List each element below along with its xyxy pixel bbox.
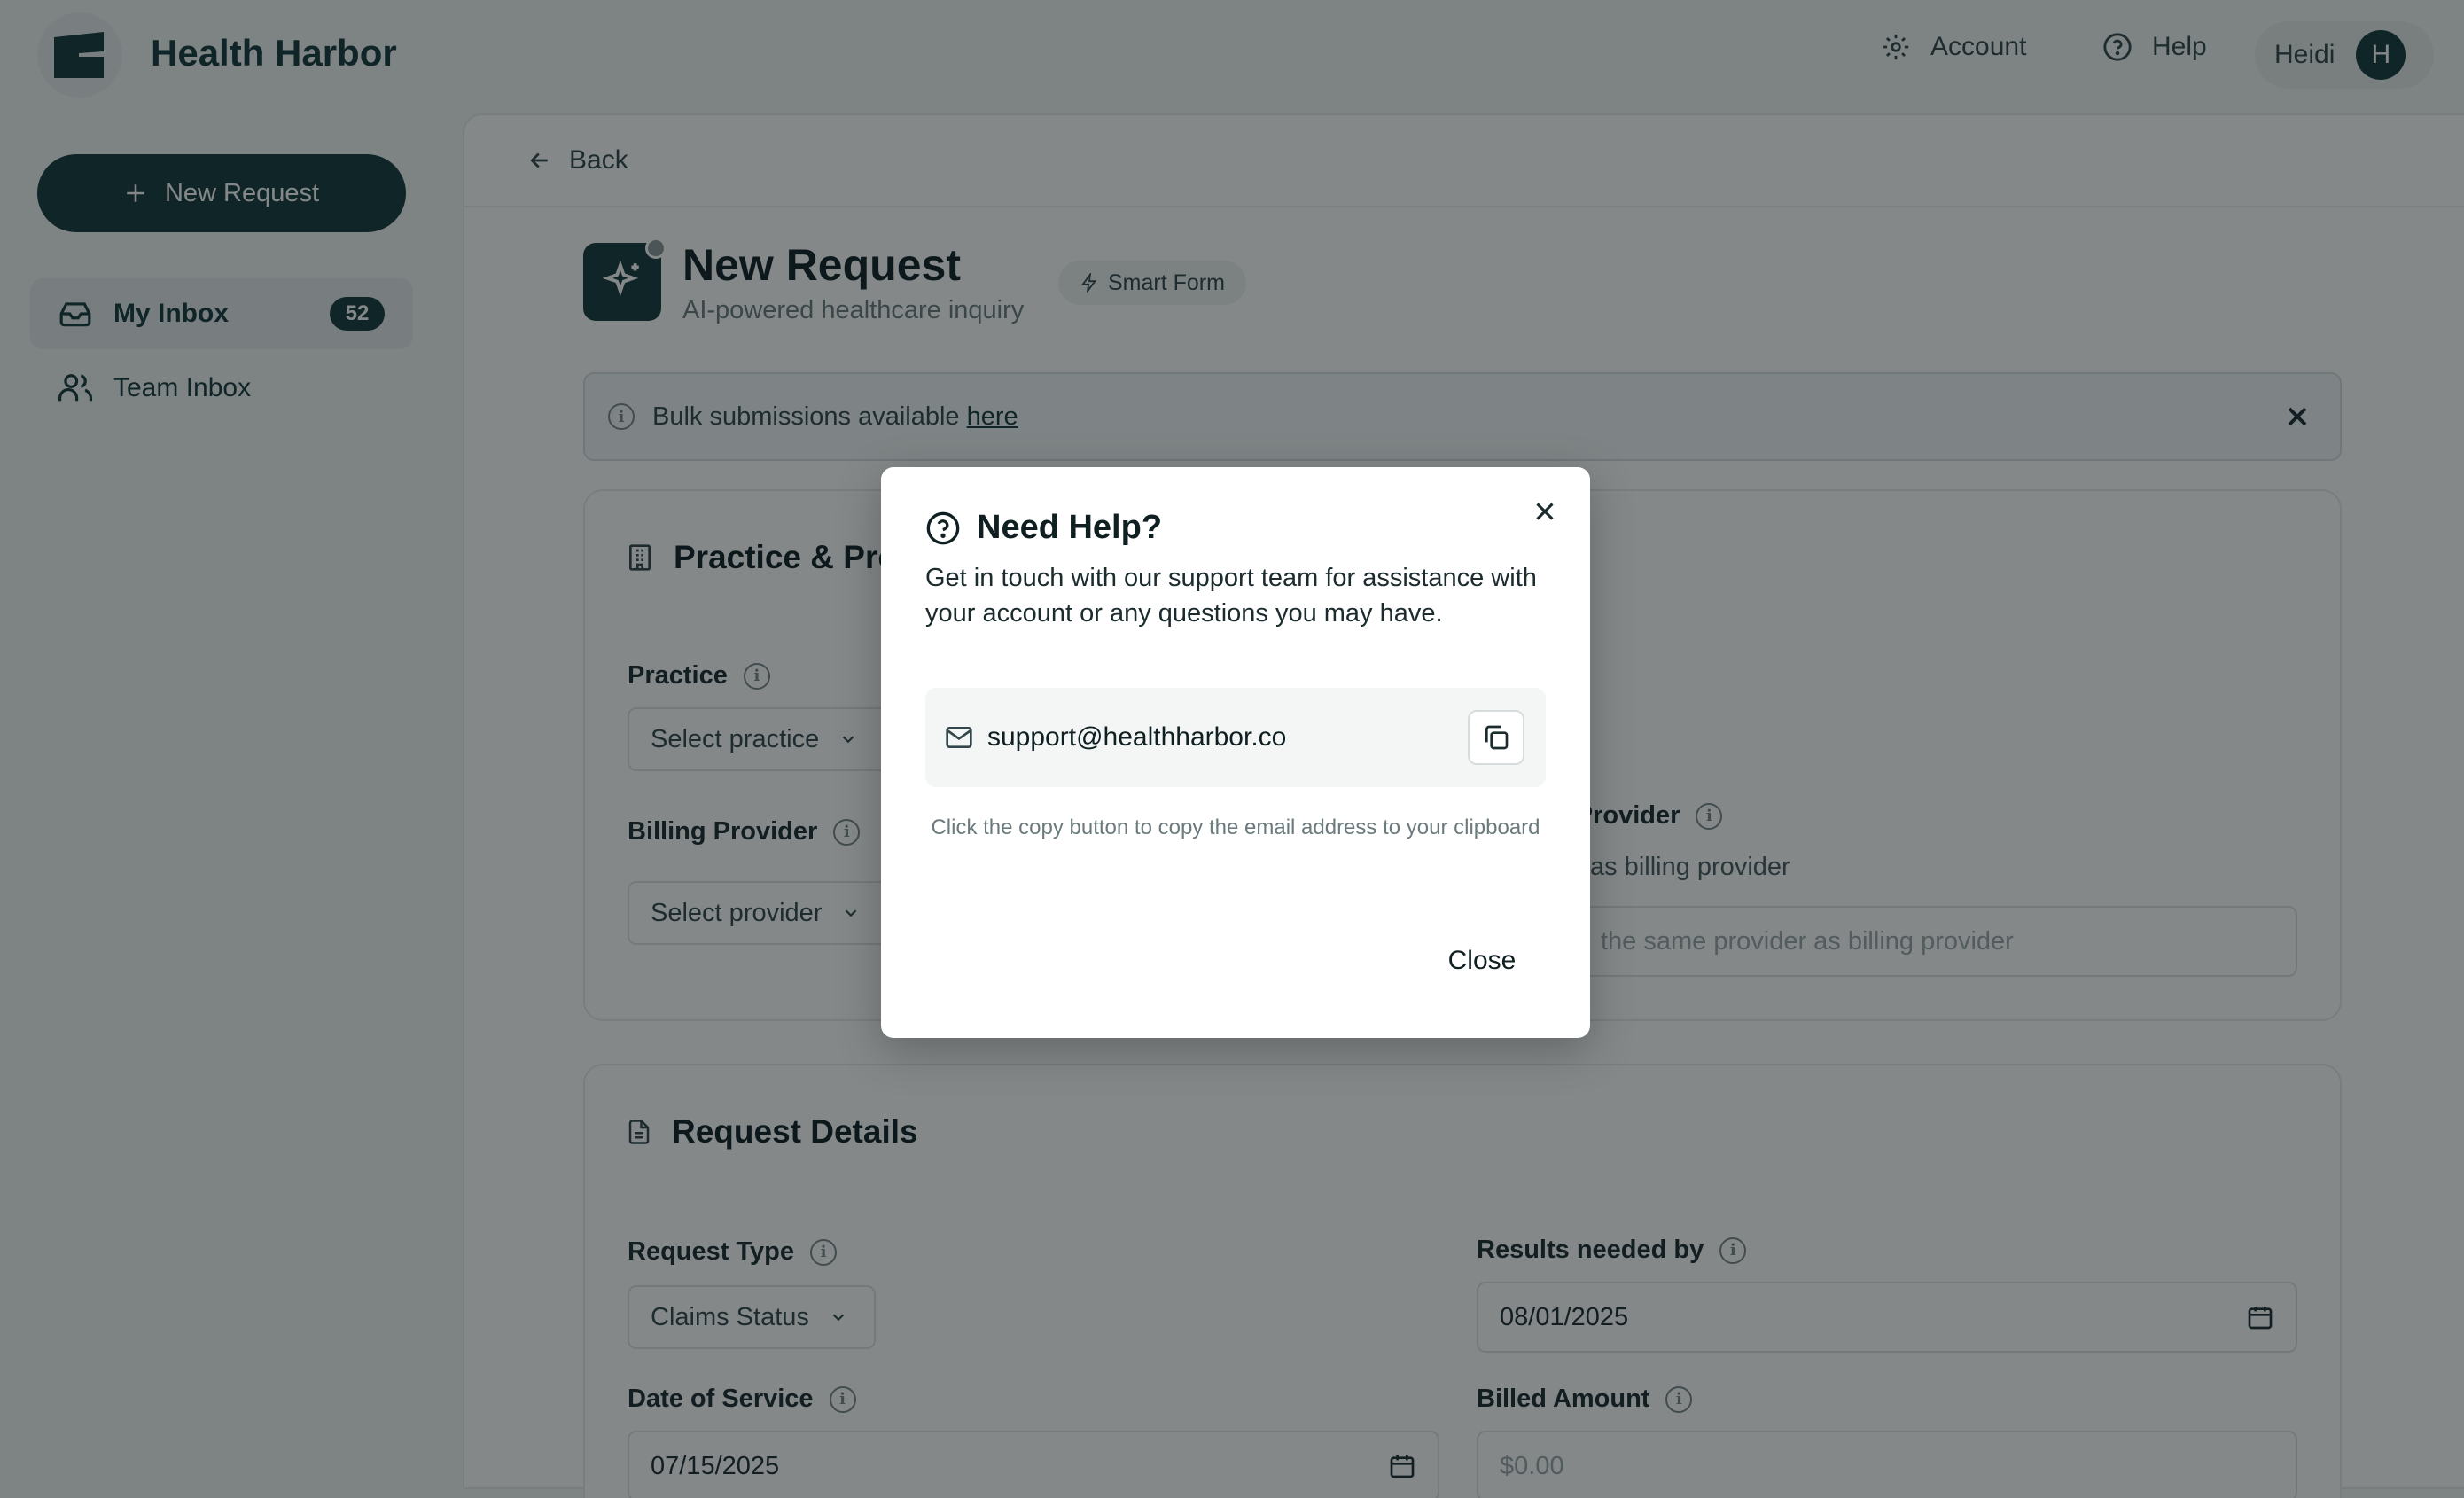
copy-hint: Click the copy button to copy the email … — [931, 815, 1540, 839]
help-circle-icon — [926, 511, 960, 544]
copy-icon — [1485, 725, 1509, 750]
modal-description: Get in touch with our support team for a… — [925, 564, 1537, 628]
mail-icon — [946, 727, 972, 748]
support-email-box: support@healthharbor.co — [925, 688, 1546, 787]
modal-close-icon-button[interactable] — [1530, 496, 1560, 527]
support-email[interactable]: support@healthharbor.co — [987, 722, 1286, 753]
close-button[interactable]: Close — [1429, 936, 1535, 986]
copy-email-button[interactable] — [1468, 710, 1524, 765]
modal-title: Need Help? — [925, 509, 1162, 547]
close-icon — [1536, 503, 1554, 520]
